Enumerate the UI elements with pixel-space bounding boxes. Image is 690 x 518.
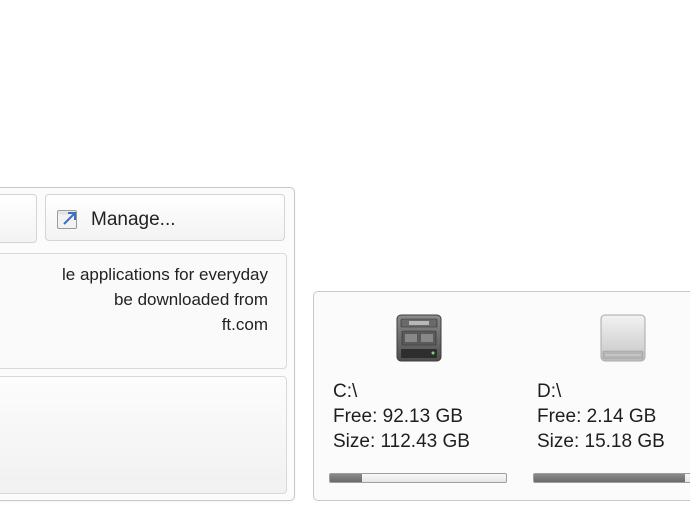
description-line: be downloaded from (113, 290, 268, 309)
partial-button[interactable] (0, 194, 37, 243)
drive-free-space: Free: 92.13 GB (333, 406, 463, 427)
drive-name: C:\ (333, 381, 358, 402)
drive-total-size: Size: 112.43 GB (333, 431, 470, 452)
drive-item-c[interactable]: C:\ Free: 92.13 GB Size: 112.43 GB (329, 313, 513, 493)
external-link-icon (56, 207, 80, 231)
screen: Manage... le applications for everyday b… (0, 0, 690, 518)
drive-free-space: Free: 2.14 GB (537, 406, 657, 427)
manage-button-label: Manage... (91, 209, 176, 230)
drive-usage-fill (534, 474, 686, 482)
drive-usage-bar (533, 473, 690, 483)
drive-item-d[interactable]: D:\ Free: 2.14 GB Size: 15.18 GB (533, 313, 690, 493)
manage-button[interactable]: Manage... (45, 194, 285, 241)
drive-total-size: Size: 15.18 GB (537, 431, 665, 452)
hard-drive-icon (599, 313, 647, 365)
drive-usage-fill (330, 474, 362, 482)
drive-usage-bar (329, 473, 507, 483)
description-text: le applications for everyday be download… (0, 262, 268, 337)
empty-content-box (0, 376, 287, 494)
system-drive-icon (395, 313, 443, 365)
drive-name: D:\ (537, 381, 562, 402)
description-line: le applications for everyday (61, 265, 268, 284)
description-line: ft.com (221, 315, 268, 334)
